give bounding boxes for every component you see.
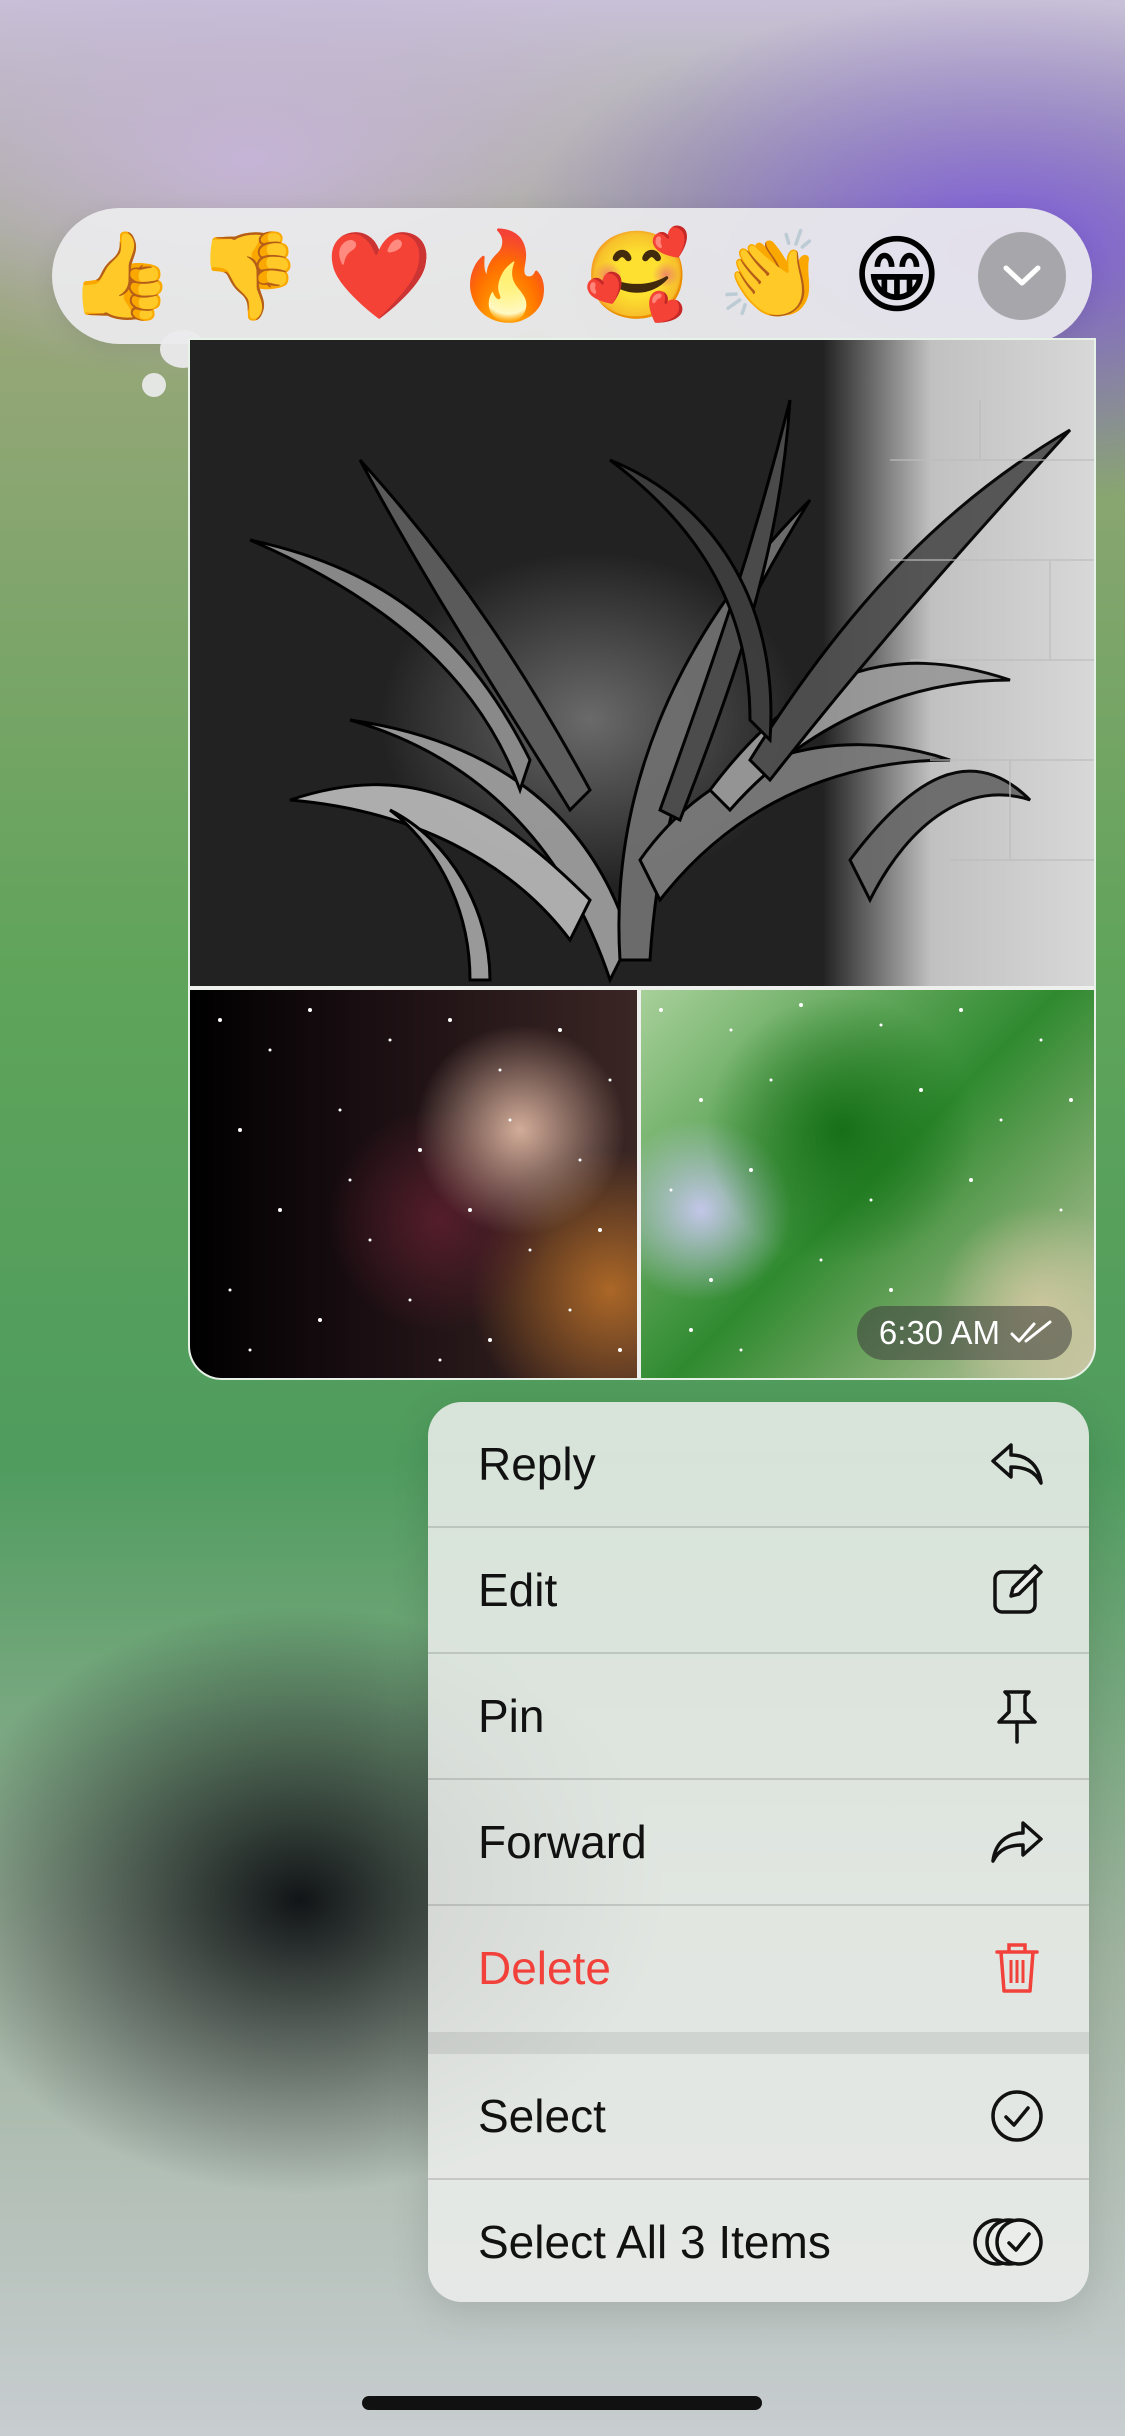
pin-icon (989, 1688, 1045, 1744)
menu-item-label: Delete (478, 1942, 611, 1994)
timestamp-text: 6:30 AM (878, 1314, 1000, 1351)
context-menu: Reply Edit Pin Forward Delete Select Sel… (428, 1402, 1089, 2302)
reaction-bar: 👍 👎 ❤️ 🔥 🥰 👏 😁 (52, 208, 1092, 344)
menu-item-select-all[interactable]: Select All 3 Items (428, 2180, 1089, 2302)
menu-item-label: Pin (478, 1690, 545, 1742)
reply-icon (989, 1436, 1045, 1492)
menu-item-select[interactable]: Select (428, 2054, 1089, 2178)
thumbs-up-emoji[interactable]: 👍 (66, 226, 176, 326)
home-indicator[interactable] (362, 2396, 762, 2410)
smiling-face-with-hearts-emoji[interactable]: 🥰 (582, 226, 692, 326)
menu-item-edit[interactable]: Edit (428, 1528, 1089, 1652)
plant-leaves-graphic (249, 399, 1094, 984)
menu-item-forward[interactable]: Forward (428, 1780, 1089, 1904)
plant-photo[interactable] (190, 340, 1094, 986)
multi-select-icon (973, 2214, 1045, 2270)
starry-bokeh-photo[interactable] (190, 990, 637, 1378)
photo-album-message[interactable]: 6:30 AM (188, 338, 1096, 1380)
chevron-down-icon (1003, 265, 1041, 286)
star-speckles (218, 1008, 622, 1362)
menu-item-label: Edit (478, 1564, 558, 1616)
menu-item-label: Select (478, 2090, 606, 2142)
thumbs-down-emoji[interactable]: 👎 (194, 226, 304, 326)
menu-item-label: Reply (478, 1438, 596, 1490)
menu-item-label: Forward (478, 1816, 647, 1868)
trash-icon (989, 1940, 1045, 1996)
forward-icon (989, 1814, 1045, 1870)
checkmark-circle-icon (989, 2088, 1045, 2144)
reaction-bar-tail-dot (142, 373, 166, 397)
edit-icon (989, 1562, 1045, 1618)
red-heart-emoji[interactable]: ❤️ (324, 226, 434, 326)
double-check-icon (1010, 1320, 1052, 1343)
menu-item-label: Select All 3 Items (478, 2216, 831, 2268)
clapping-hands-emoji[interactable]: 👏 (716, 226, 826, 326)
fire-emoji[interactable]: 🔥 (452, 226, 562, 326)
expand-reactions-button[interactable] (978, 232, 1066, 320)
menu-item-pin[interactable]: Pin (428, 1654, 1089, 1778)
green-bokeh-photo[interactable]: 6:30 AM (641, 990, 1094, 1378)
beaming-face-emoji[interactable]: 😁 (842, 226, 952, 326)
menu-group-separator (428, 2032, 1089, 2054)
menu-item-reply[interactable]: Reply (428, 1402, 1089, 1526)
message-timestamp: 6:30 AM (856, 1306, 1072, 1360)
menu-item-delete[interactable]: Delete (428, 1906, 1089, 2030)
